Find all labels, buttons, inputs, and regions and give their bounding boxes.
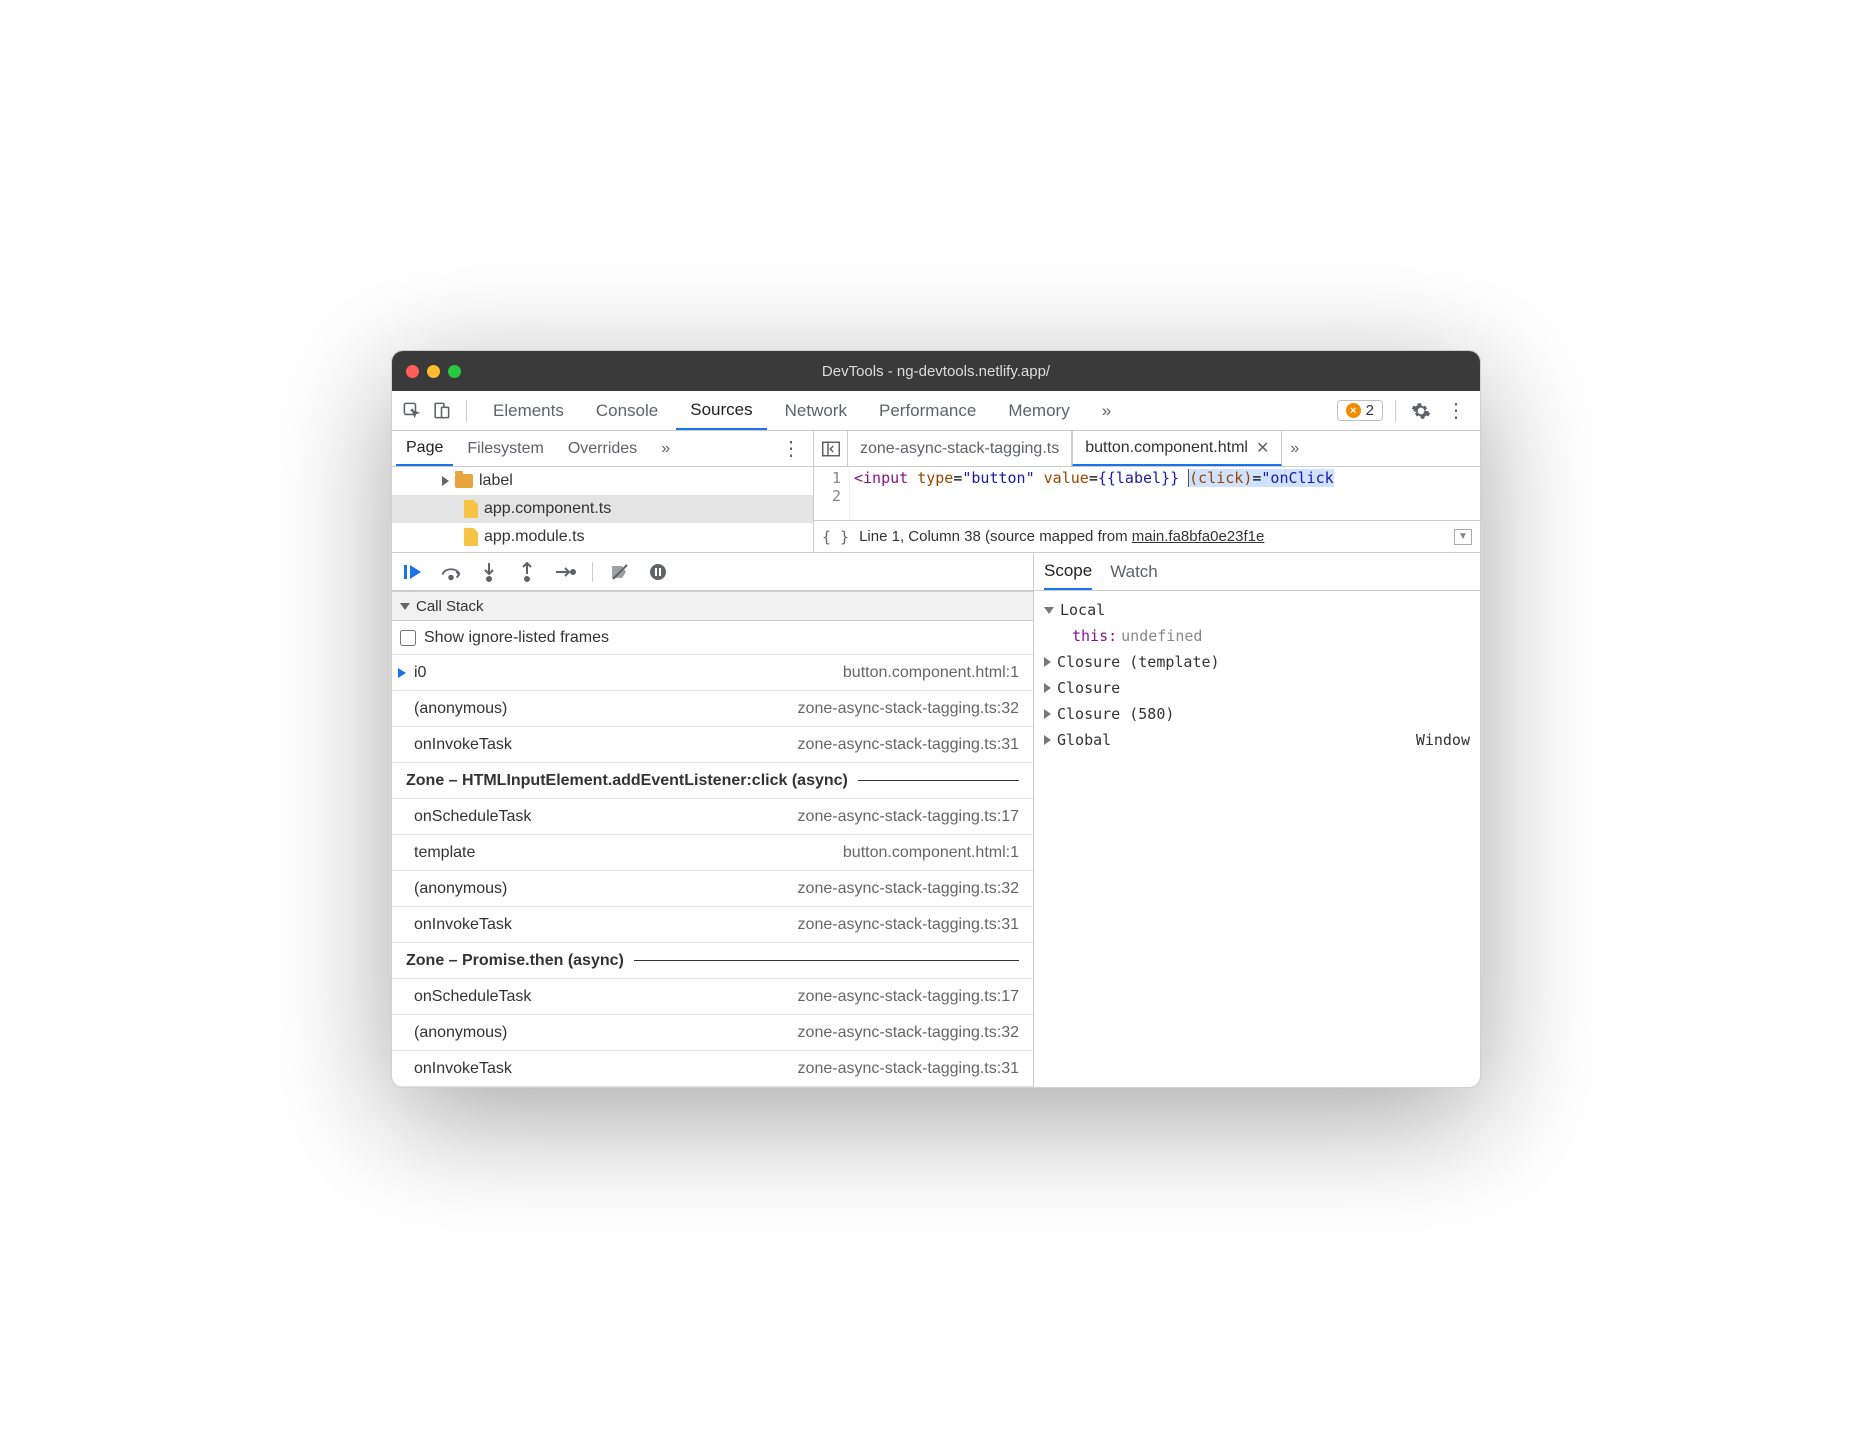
nav-tab-page[interactable]: Page [396,431,453,466]
scope-this[interactable]: this: undefined [1044,623,1470,649]
tree-file-app-component[interactable]: app.component.ts [392,495,813,523]
code-content: <input type="button" value={{label}} (cl… [850,467,1480,520]
pause-on-exceptions-icon[interactable] [647,561,669,583]
nav-more-icon[interactable]: ⋮ [773,436,809,461]
tree-item-label: app.component.ts [484,500,611,518]
minimize-window-button[interactable] [427,365,440,378]
tabs-overflow[interactable]: » [1088,391,1125,430]
nav-tab-overrides[interactable]: Overrides [558,431,647,466]
callstack-frame[interactable]: onInvokeTaskzone-async-stack-tagging.ts:… [392,1051,1033,1087]
callstack-frame[interactable]: onInvokeTaskzone-async-stack-tagging.ts:… [392,727,1033,763]
scope-tree: Local this: undefined Closure (template)… [1034,591,1480,759]
deactivate-breakpoints-icon[interactable] [609,561,631,583]
more-icon[interactable]: ⋮ [1438,398,1474,423]
debugger-pane: Call Stack Show ignore-listed frames i0b… [392,553,1034,1087]
callstack-frame[interactable]: templatebutton.component.html:1 [392,835,1033,871]
chevron-right-icon [1044,735,1051,745]
editor-tab-button-component[interactable]: button.component.html ✕ [1072,431,1282,466]
step-icon[interactable] [554,561,576,583]
callstack-frame[interactable]: (anonymous)zone-async-stack-tagging.ts:3… [392,691,1033,727]
source-map-link[interactable]: main.fa8bfa0e23f1e [1132,528,1265,545]
line-gutter: 1 2 [814,467,850,520]
scope-closure[interactable]: Closure [1044,675,1470,701]
show-ignored-frames-checkbox[interactable]: Show ignore-listed frames [392,621,1033,655]
scope-global[interactable]: GlobalWindow [1044,727,1470,753]
chevron-down-icon [400,603,410,610]
error-count: 2 [1366,402,1374,419]
scope-local[interactable]: Local [1044,597,1470,623]
tree-item-label: app.module.ts [484,528,585,546]
tab-performance[interactable]: Performance [865,391,990,430]
toggle-navigator-icon[interactable] [814,431,848,466]
chevron-right-icon [1044,709,1051,719]
close-tab-icon[interactable]: ✕ [1256,438,1269,458]
step-into-icon[interactable] [478,561,500,583]
tab-sources[interactable]: Sources [676,391,766,430]
callstack-frame[interactable]: i0button.component.html:1 [392,655,1033,691]
nav-tab-filesystem[interactable]: Filesystem [457,431,553,466]
folder-icon [455,474,473,488]
scope-pane: Scope Watch Local this: undefined Closur… [1034,553,1480,1087]
chevron-down-icon [1044,607,1054,614]
checkbox[interactable] [400,630,416,646]
callstack-frame[interactable]: onScheduleTaskzone-async-stack-tagging.t… [392,799,1033,835]
inspect-element-icon[interactable] [398,398,424,424]
editor-status-bar: { } Line 1, Column 38 (source mapped fro… [814,520,1480,552]
navigator-pane: Page Filesystem Overrides » ⋮ label app.… [392,431,814,552]
callstack-frame[interactable]: onScheduleTaskzone-async-stack-tagging.t… [392,979,1033,1015]
traffic-lights [392,365,461,378]
callstack-zone-header: Zone – Promise.then (async) [392,943,1033,979]
chevron-right-icon [1044,657,1051,667]
editor-tab-label: zone-async-stack-tagging.ts [860,440,1059,458]
titlebar: DevTools - ng-devtools.netlify.app/ [392,351,1480,391]
tab-network[interactable]: Network [771,391,861,430]
tree-item-label: label [479,472,513,490]
file-icon [464,500,478,518]
error-icon: × [1346,403,1361,418]
resume-icon[interactable] [402,561,424,583]
callstack-frame[interactable]: (anonymous)zone-async-stack-tagging.ts:3… [392,871,1033,907]
tab-elements[interactable]: Elements [479,391,578,430]
close-window-button[interactable] [406,365,419,378]
nav-tabs-overflow[interactable]: » [651,431,680,466]
editor-tab-zone[interactable]: zone-async-stack-tagging.ts [848,431,1072,466]
tree-folder-environments[interactable]: environments [392,551,813,552]
file-tree: label app.component.ts app.module.ts env… [392,467,813,552]
main-toolbar: Elements Console Sources Network Perform… [392,391,1480,431]
step-over-icon[interactable] [440,561,462,583]
pretty-print-icon[interactable]: { } [822,528,849,546]
debugger-toolbar [392,553,1033,591]
callstack-header[interactable]: Call Stack [392,591,1033,621]
gear-icon[interactable] [1408,398,1434,424]
editor-tab-label: button.component.html [1085,439,1248,457]
scope-closure-template[interactable]: Closure (template) [1044,649,1470,675]
device-toolbar-icon[interactable] [428,398,454,424]
callstack-frame[interactable]: (anonymous)zone-async-stack-tagging.ts:3… [392,1015,1033,1051]
code-editor[interactable]: 1 2 <input type="button" value={{label}}… [814,467,1480,520]
file-icon [464,528,478,546]
zoom-window-button[interactable] [448,365,461,378]
scope-closure-580[interactable]: Closure (580) [1044,701,1470,727]
tree-folder-label[interactable]: label [392,467,813,495]
chevron-right-icon [442,476,449,486]
tab-memory[interactable]: Memory [994,391,1083,430]
error-count-badge[interactable]: × 2 [1337,400,1383,421]
window-title: DevTools - ng-devtools.netlify.app/ [392,363,1480,380]
scope-tab-watch[interactable]: Watch [1110,553,1158,590]
callstack-frame[interactable]: onInvokeTaskzone-async-stack-tagging.ts:… [392,907,1033,943]
callstack-zone-header: Zone – HTMLInputElement.addEventListener… [392,763,1033,799]
scope-tab-scope[interactable]: Scope [1044,553,1092,590]
tree-file-app-module[interactable]: app.module.ts [392,523,813,551]
step-out-icon[interactable] [516,561,538,583]
chevron-right-icon [1044,683,1051,693]
coverage-toggle-icon[interactable]: ▼ [1454,529,1472,545]
editor-tabs-overflow[interactable]: » [1282,440,1307,458]
tab-console[interactable]: Console [582,391,672,430]
devtools-window: DevTools - ng-devtools.netlify.app/ Elem… [391,350,1481,1088]
editor-pane: zone-async-stack-tagging.ts button.compo… [814,431,1480,552]
cursor-position: Line 1, Column 38 (source mapped from ma… [859,528,1264,545]
